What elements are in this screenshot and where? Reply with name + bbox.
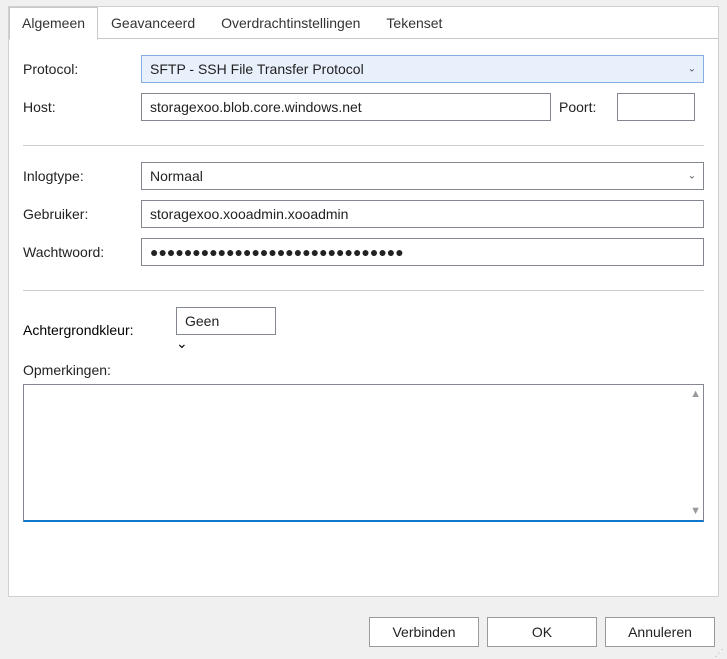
protocol-select[interactable] bbox=[141, 55, 704, 83]
comments-label: Opmerkingen: bbox=[23, 362, 704, 378]
scroll-up-icon[interactable]: ▲ bbox=[690, 388, 701, 400]
separator bbox=[23, 145, 704, 146]
tab-transfer-settings[interactable]: Overdrachtinstellingen bbox=[208, 7, 373, 39]
chevron-down-icon: ⌄ bbox=[176, 335, 188, 351]
user-label: Gebruiker: bbox=[23, 206, 141, 222]
bgcolor-label: Achtergrondkleur: bbox=[23, 322, 176, 338]
password-label: Wachtwoord: bbox=[23, 244, 141, 260]
host-input[interactable] bbox=[141, 93, 551, 121]
logon-type-label: Inlogtype: bbox=[23, 168, 141, 184]
scroll-down-icon[interactable]: ▼ bbox=[690, 505, 701, 517]
logon-type-select[interactable] bbox=[141, 162, 704, 190]
port-label: Poort: bbox=[559, 99, 611, 115]
tab-general[interactable]: Algemeen bbox=[9, 7, 98, 40]
cancel-button[interactable]: Annuleren bbox=[605, 617, 715, 647]
password-input[interactable] bbox=[141, 238, 704, 266]
host-label: Host: bbox=[23, 99, 141, 115]
port-input[interactable] bbox=[617, 93, 695, 121]
user-input[interactable] bbox=[141, 200, 704, 228]
protocol-label: Protocol: bbox=[23, 61, 141, 77]
separator bbox=[23, 290, 704, 291]
tab-charset[interactable]: Tekenset bbox=[373, 7, 455, 39]
resize-grip-icon[interactable]: ⋰ bbox=[714, 651, 725, 657]
connect-button[interactable]: Verbinden bbox=[369, 617, 479, 647]
comments-textarea[interactable] bbox=[24, 385, 683, 520]
ok-button[interactable]: OK bbox=[487, 617, 597, 647]
tab-bar: Algemeen Geavanceerd Overdrachtinstellin… bbox=[9, 7, 718, 39]
tab-advanced[interactable]: Geavanceerd bbox=[98, 7, 208, 39]
button-bar: Verbinden OK Annuleren bbox=[0, 605, 727, 659]
bgcolor-select[interactable] bbox=[176, 307, 276, 335]
